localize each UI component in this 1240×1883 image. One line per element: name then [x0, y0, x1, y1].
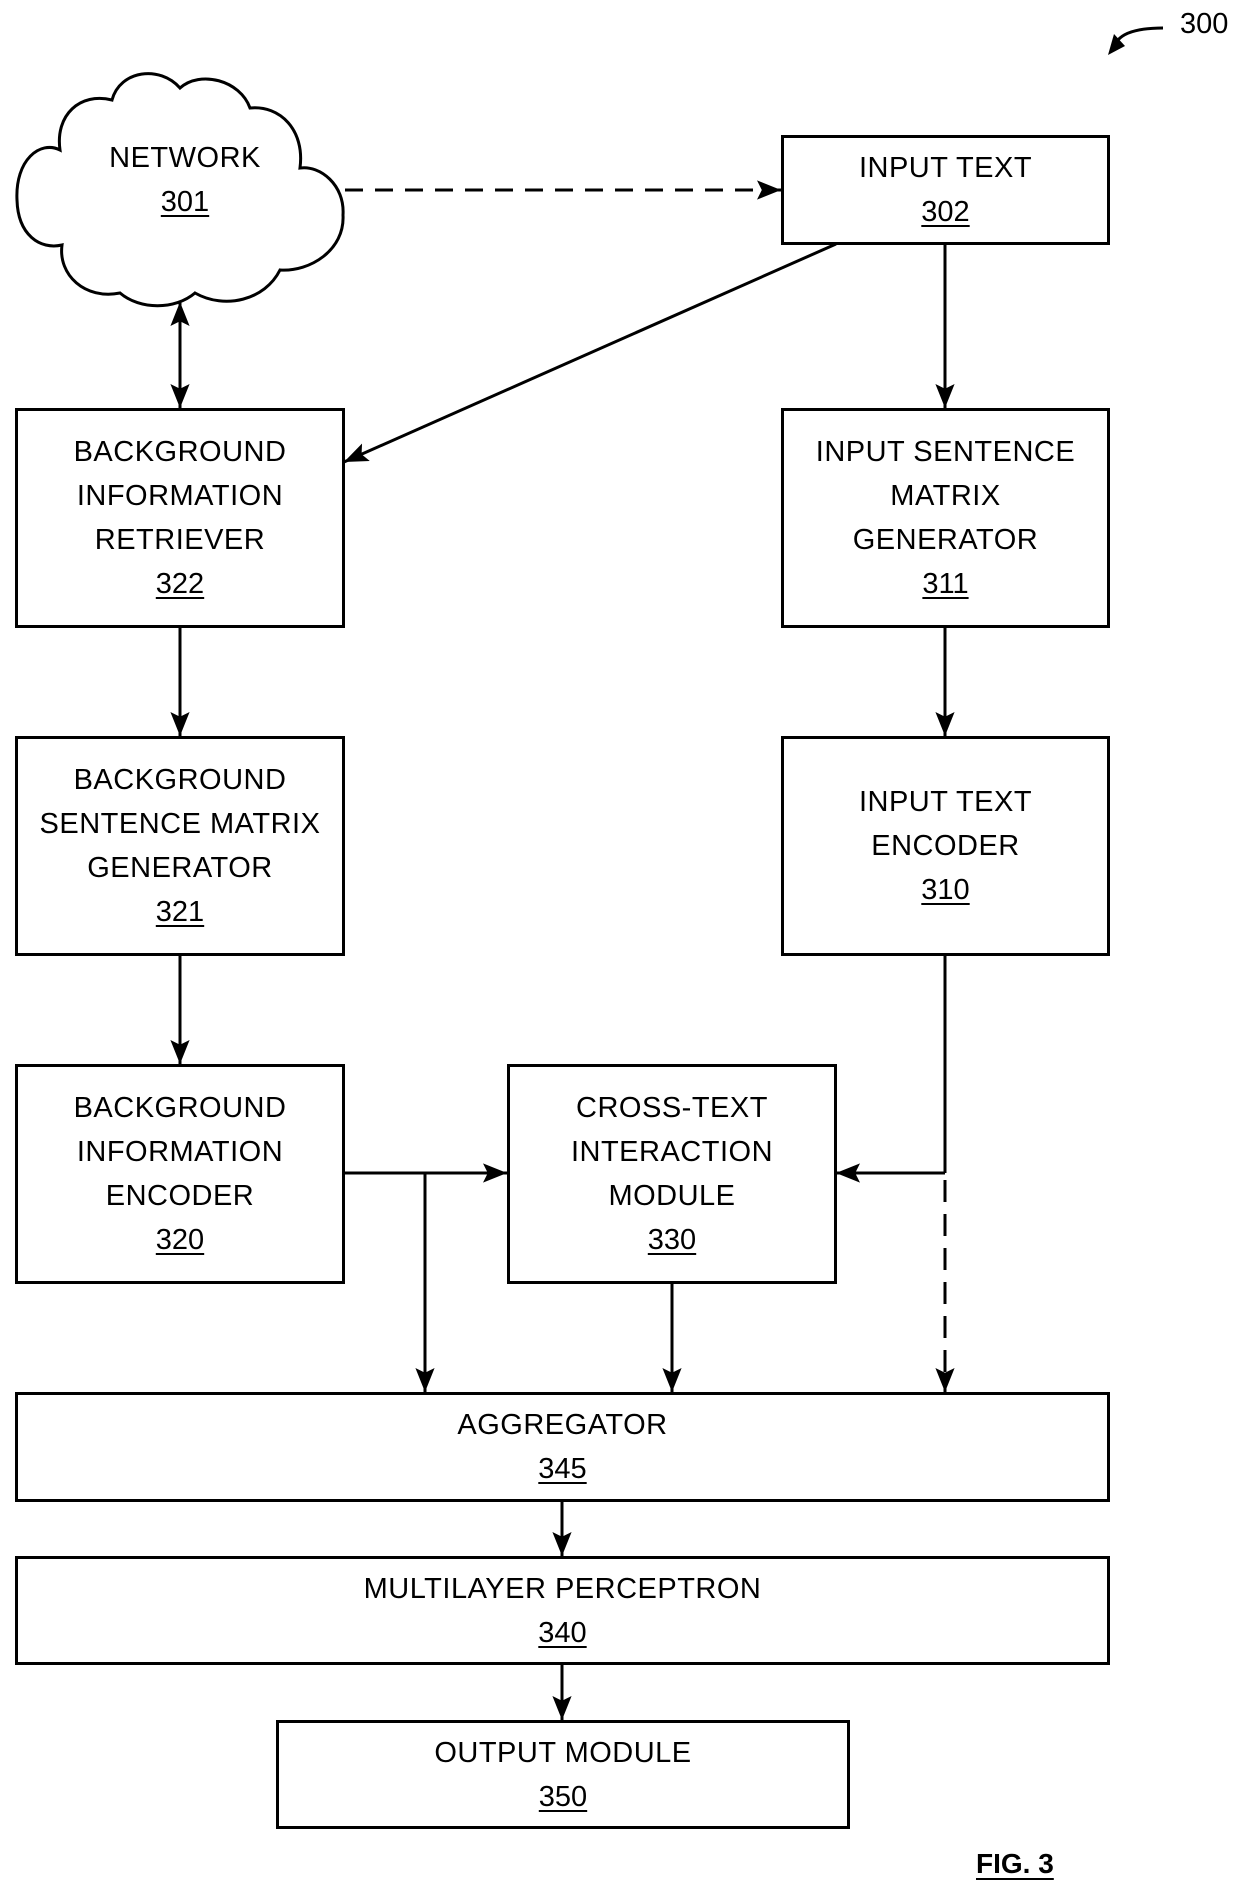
- output-module-label: OUTPUT MODULE: [434, 1736, 692, 1769]
- aggregator-ref: 345: [538, 1453, 587, 1485]
- background-sentence-matrix-generator-ref: 321: [155, 896, 205, 928]
- input-text-encoder-box: INPUT TEXT ENCODER 310: [781, 736, 1110, 956]
- figure-reference-leader: [1116, 26, 1164, 42]
- multilayer-perceptron-label: MULTILAYER PERCEPTRON: [363, 1572, 762, 1605]
- edge-input-text-to-bir: [343, 242, 837, 464]
- background-sentence-matrix-generator-label: BACKGROUND SENTENCE MATRIX GENERATOR: [39, 764, 321, 884]
- background-information-retriever-label: BACKGROUND INFORMATION RETRIEVER: [73, 436, 287, 556]
- output-module-box: OUTPUT MODULE 350: [276, 1720, 850, 1829]
- network-ref: 301: [160, 186, 210, 218]
- network-label: NETWORK: [109, 142, 261, 174]
- background-information-retriever-box: BACKGROUND INFORMATION RETRIEVER 322: [15, 408, 345, 628]
- input-sentence-matrix-generator-ref: 311: [922, 568, 969, 600]
- output-module-ref: 350: [538, 1780, 588, 1813]
- background-information-encoder-box: BACKGROUND INFORMATION ENCODER 320: [15, 1064, 345, 1284]
- background-information-encoder-label: BACKGROUND INFORMATION ENCODER: [73, 1092, 287, 1212]
- aggregator-box: AGGREGATOR 345: [15, 1392, 1110, 1502]
- multilayer-perceptron-ref: 340: [538, 1616, 587, 1649]
- background-information-retriever-ref: 322: [155, 568, 205, 600]
- background-sentence-matrix-generator-box: BACKGROUND SENTENCE MATRIX GENERATOR 321: [15, 736, 345, 956]
- input-text-encoder-label: INPUT TEXT ENCODER: [858, 786, 1033, 862]
- input-sentence-matrix-generator-box: INPUT SENTENCE MATRIX GENERATOR 311: [781, 408, 1110, 628]
- figure-caption: FIG. 3: [976, 1848, 1054, 1879]
- network-node: NETWORK 301: [60, 136, 310, 224]
- cross-text-interaction-module-box: CROSS-TEXT INTERACTION MODULE 330: [507, 1064, 837, 1284]
- figure-reference-number: 300: [1180, 8, 1229, 40]
- background-information-encoder-ref: 320: [155, 1224, 205, 1256]
- aggregator-label: AGGREGATOR: [457, 1409, 668, 1441]
- cross-text-interaction-module-label: CROSS-TEXT INTERACTION MODULE: [570, 1092, 774, 1212]
- input-text-box: INPUT TEXT 302: [781, 135, 1110, 245]
- cross-text-interaction-module-ref: 330: [647, 1224, 697, 1256]
- input-sentence-matrix-generator-label: INPUT SENTENCE MATRIX GENERATOR: [815, 436, 1076, 556]
- input-text-encoder-ref: 310: [921, 874, 970, 906]
- multilayer-perceptron-box: MULTILAYER PERCEPTRON 340: [15, 1556, 1110, 1665]
- input-text-ref: 302: [921, 196, 970, 228]
- input-text-label: INPUT TEXT: [858, 152, 1033, 184]
